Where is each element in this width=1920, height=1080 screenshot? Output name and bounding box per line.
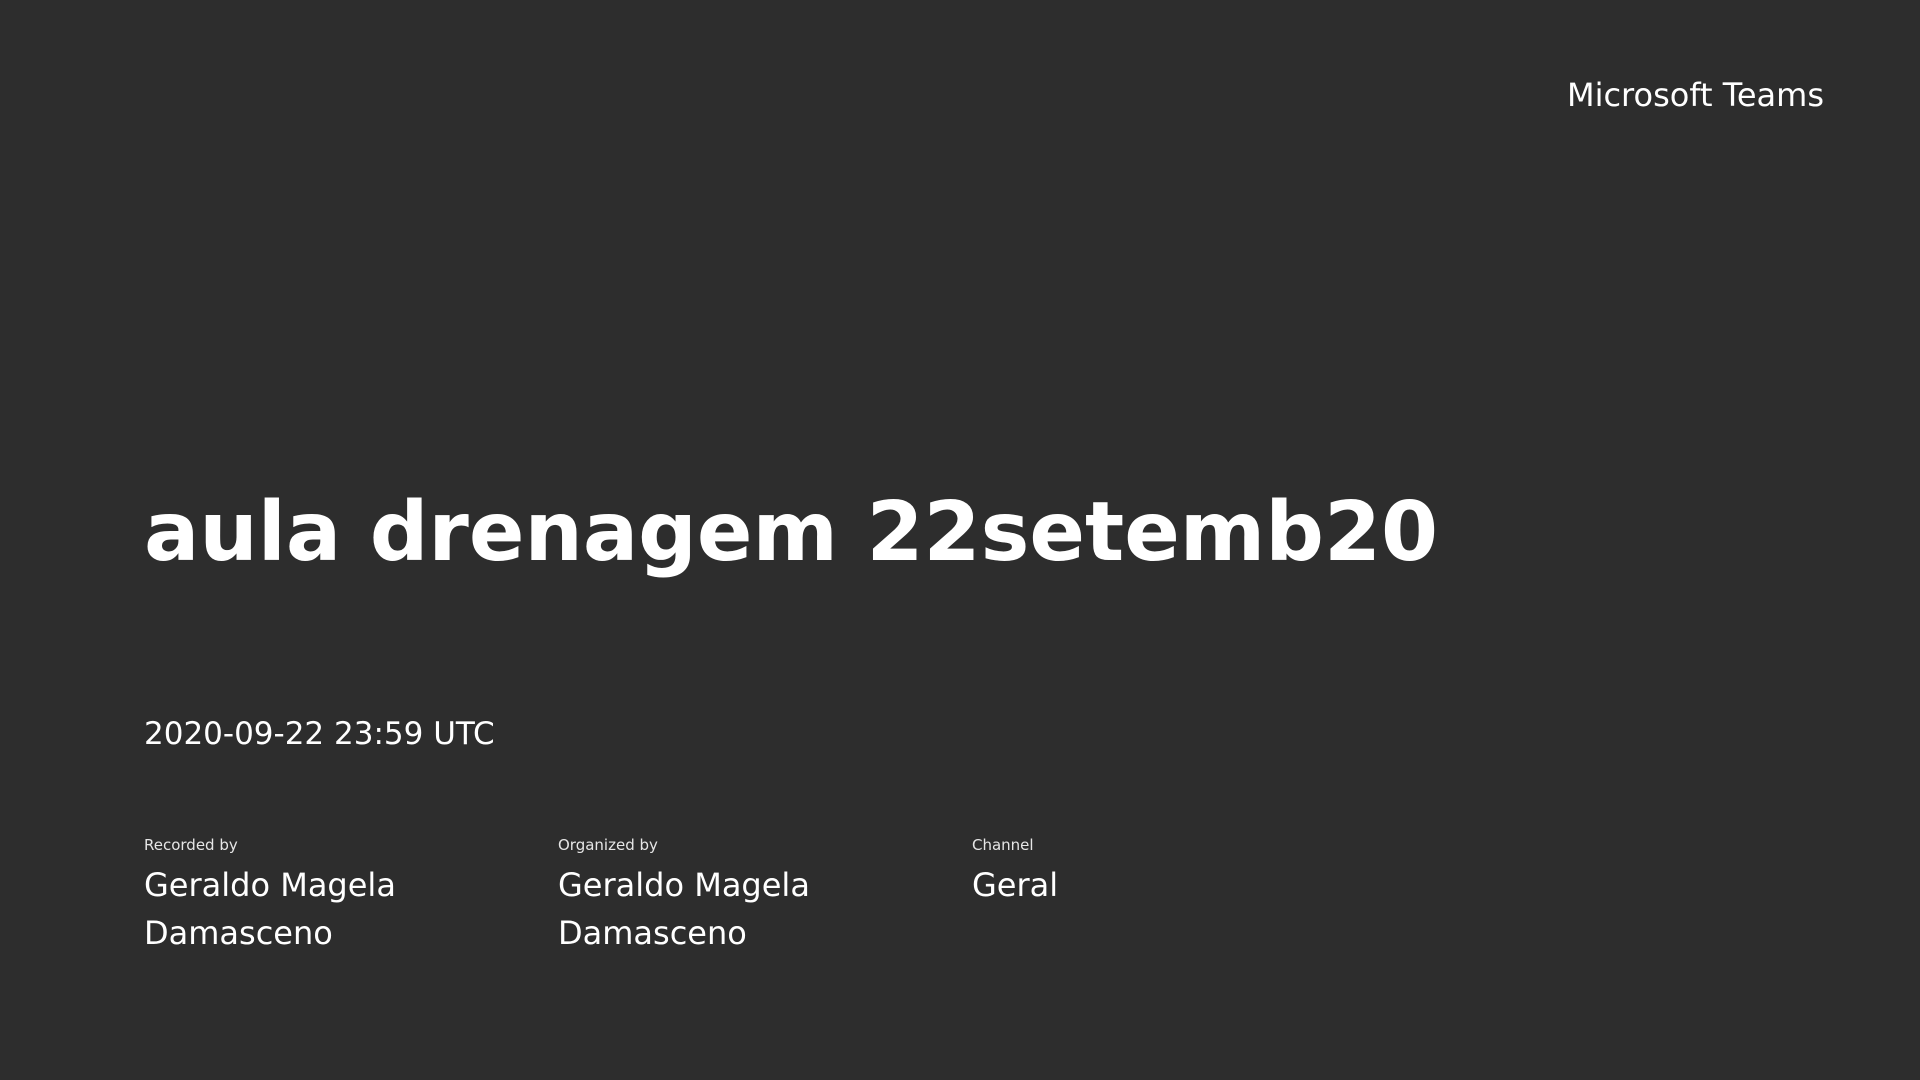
recorded-by-value: Geraldo Magela Damasceno [144, 866, 396, 952]
app-name-label: Microsoft Teams [1566, 76, 1824, 114]
organized-by-value: Geraldo Magela Damasceno [558, 866, 810, 952]
recording-timestamp: 2020-09-22 23:59 UTC [144, 716, 495, 752]
channel-value: Geral [972, 866, 1059, 904]
recording-title: aula drenagem 22setemb20 [144, 485, 1439, 580]
recorded-by-block: Recorded by Geraldo Magela Damasceno [144, 835, 484, 957]
organized-by-block: Organized by Geraldo Magela Damasceno [558, 835, 898, 957]
organized-by-label: Organized by [558, 836, 658, 854]
channel-block: Channel Geral [972, 835, 1312, 909]
recorded-by-label: Recorded by [144, 836, 238, 854]
channel-label: Channel [972, 836, 1034, 854]
